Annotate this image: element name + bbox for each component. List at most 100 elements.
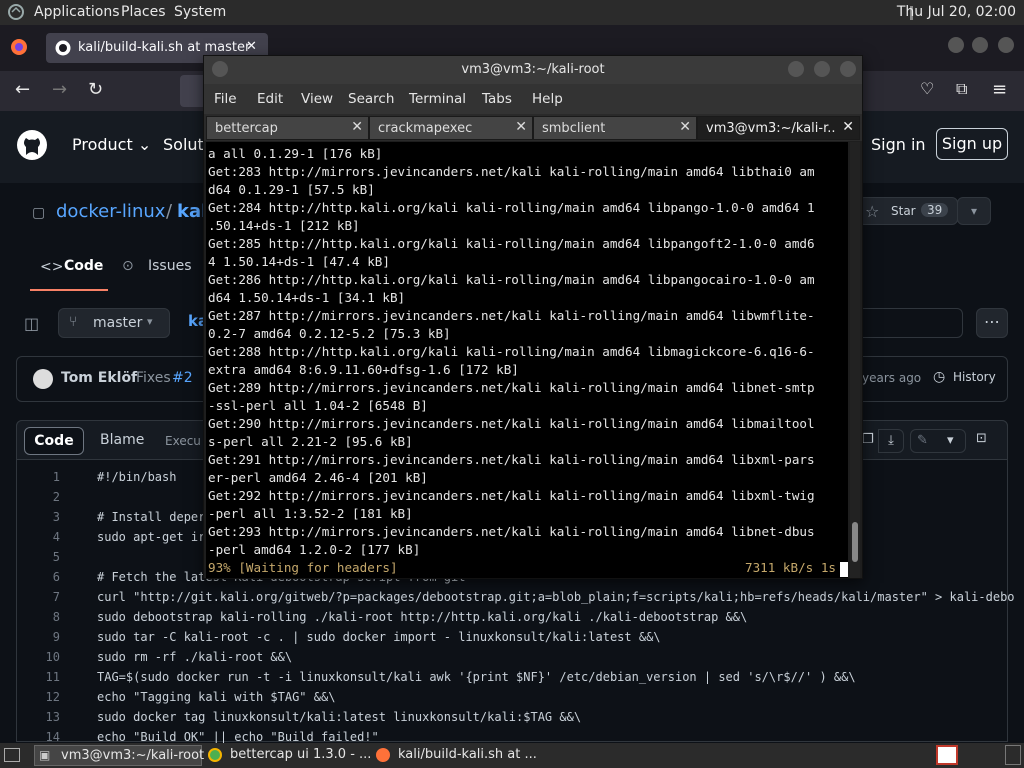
taskbar-item-terminal[interactable]: ▣ vm3@vm3:~/kali-root [34, 745, 204, 766]
terminal-line: s-perl all 2.21-2 [95.6 kB] [208, 434, 413, 449]
view-blame-button[interactable]: Blame [100, 432, 144, 448]
edit-dropdown-icon: ▾ [947, 433, 954, 448]
terminal-menu-icon[interactable] [212, 61, 228, 77]
kali-logo-icon[interactable] [7, 3, 25, 25]
line-number[interactable]: 12 [30, 690, 60, 704]
line-number[interactable]: 6 [30, 570, 60, 584]
terminal-menubar: File Edit View Search Terminal Tabs Help [204, 84, 862, 114]
solutions-menu[interactable]: Soluti [163, 135, 208, 154]
line-number[interactable]: 8 [30, 610, 60, 624]
tab-issues[interactable]: Issues [148, 258, 192, 274]
window-minimize-icon[interactable] [948, 37, 964, 53]
download-icon[interactable]: ⤓ [878, 429, 904, 453]
scrollbar-thumb[interactable] [852, 522, 858, 562]
menu-help[interactable]: Help [532, 91, 563, 107]
line-number[interactable]: 11 [30, 670, 60, 684]
github-logo-icon[interactable] [16, 129, 48, 165]
close-icon[interactable]: ✕ [515, 119, 527, 135]
more-options-icon[interactable]: ⋯ [976, 308, 1008, 338]
avatar[interactable] [33, 369, 53, 389]
tab-code[interactable]: Code [64, 258, 103, 274]
terminal-tab-bettercap[interactable]: bettercap ✕ [206, 116, 369, 140]
terminal-tab-active[interactable]: vm3@vm3:~/kali-r... ✕ [697, 116, 860, 140]
star-button[interactable]: ☆ Star 39 [858, 197, 958, 225]
line-number[interactable]: 4 [30, 530, 60, 544]
line-number[interactable]: 10 [30, 650, 60, 664]
back-arrow-icon[interactable]: ← [15, 79, 30, 100]
commit-author[interactable]: Tom Eklöf [61, 370, 137, 386]
terminal-maximize-icon[interactable] [814, 61, 830, 77]
menu-edit[interactable]: Edit [257, 91, 283, 107]
line-number[interactable]: 14 [30, 730, 60, 744]
workspace-2-icon[interactable] [1005, 745, 1021, 765]
line-number[interactable]: 3 [30, 510, 60, 524]
sidebar-toggle-icon[interactable]: ◫ [24, 314, 39, 333]
terminal-tab-label: crackmapexec [378, 121, 473, 136]
product-label: Product [72, 135, 133, 154]
menu-view[interactable]: View [301, 91, 333, 107]
line-number[interactable]: 9 [30, 630, 60, 644]
taskbar-item-bettercap[interactable]: bettercap ui 1.3.0 - ... [204, 745, 371, 766]
line-number[interactable]: 7 [30, 590, 60, 604]
star-icon: ☆ [865, 202, 880, 221]
close-icon[interactable]: ✕ [351, 119, 363, 135]
menu-icon[interactable]: ≡ [992, 79, 1007, 100]
code-line: 11 TAG=$(sudo docker run -t -i linuxkonsu… [0, 670, 1024, 690]
edit-button[interactable]: ✎ ▾ [910, 429, 966, 453]
clock[interactable]: Thu Jul 20, 02:00 [897, 4, 1016, 20]
forward-arrow-icon[interactable]: → [52, 79, 67, 100]
sign-up-button[interactable]: Sign up [936, 128, 1008, 160]
terminal-minimize-icon[interactable] [788, 61, 804, 77]
window-close-icon[interactable] [998, 37, 1014, 53]
extensions-icon[interactable]: ⧉ [956, 79, 967, 99]
star-label: Star [891, 204, 916, 218]
history-link[interactable]: History [953, 370, 996, 384]
reload-icon[interactable]: ↻ [88, 79, 103, 100]
repo-owner-link[interactable]: docker-linux [56, 201, 165, 222]
terminal-line: .50.14+ds-1 [212 kB] [208, 218, 360, 233]
terminal-cursor [840, 562, 848, 577]
workspace-1-icon[interactable] [936, 745, 958, 765]
applications-menu[interactable]: Applications [34, 4, 120, 20]
terminal-download-rate: 7311 kB/s 1s [745, 560, 836, 575]
terminal-scrollbar[interactable] [850, 142, 860, 578]
star-dropdown-icon[interactable]: ▾ [957, 197, 991, 225]
terminal-close-icon[interactable] [840, 61, 856, 77]
line-number[interactable]: 13 [30, 710, 60, 724]
menu-file[interactable]: File [214, 91, 237, 107]
terminal-tab-crackmapexec[interactable]: crackmapexec ✕ [369, 116, 533, 140]
terminal-titlebar[interactable]: vm3@vm3:~/kali-root [204, 56, 862, 84]
commit-ref-link[interactable]: #2 [172, 370, 193, 386]
view-code-button[interactable]: Code [24, 427, 84, 455]
menu-search[interactable]: Search [348, 91, 394, 107]
line-number[interactable]: 5 [30, 550, 60, 564]
places-menu[interactable]: Places [121, 4, 166, 20]
pocket-icon[interactable]: ♡ [920, 79, 934, 98]
go-to-file-input[interactable] [855, 308, 963, 338]
code-line: 8 sudo debootstrap kali-rolling ./kali-ro… [0, 610, 1024, 630]
menu-terminal[interactable]: Terminal [409, 91, 466, 107]
terminal-line: d64 0.1.29-1 [57.5 kB] [208, 182, 375, 197]
executable-label: Execu [165, 434, 201, 448]
sign-in-link[interactable]: Sign in [871, 135, 926, 154]
taskbar-item-firefox[interactable]: kali/build-kali.sh at ... [372, 745, 542, 766]
menu-tabs[interactable]: Tabs [482, 91, 512, 107]
close-icon[interactable]: ✕ [842, 119, 854, 135]
window-maximize-icon[interactable] [972, 37, 988, 53]
copy-icon[interactable]: ❐ [862, 432, 874, 447]
terminal-line: d64 1.50.14+ds-1 [34.1 kB] [208, 290, 406, 305]
commit-message[interactable]: Fixes [136, 370, 171, 386]
terminal-line: -ssl-perl all 1.04-2 [6548 B] [208, 398, 428, 413]
line-number[interactable]: 2 [30, 490, 60, 504]
code-line: 13 sudo docker tag linuxkonsult/kali:late… [0, 710, 1024, 730]
terminal-tab-smbclient[interactable]: smbclient ✕ [533, 116, 697, 140]
branch-selector[interactable]: ⑂ master ▾ [58, 308, 170, 338]
symbols-panel-icon[interactable]: ⊡ [976, 431, 987, 446]
close-icon[interactable]: ✕ [679, 119, 691, 135]
terminal-output[interactable]: a all 0.1.29-1 [176 kB] Get:283 http://mi… [206, 142, 848, 578]
product-menu[interactable]: Product ⌄ [72, 135, 151, 154]
system-menu[interactable]: System [174, 4, 226, 20]
show-desktop-icon[interactable] [4, 748, 20, 762]
tab-close-icon[interactable]: ✕ [246, 39, 257, 54]
line-number[interactable]: 1 [30, 470, 60, 484]
